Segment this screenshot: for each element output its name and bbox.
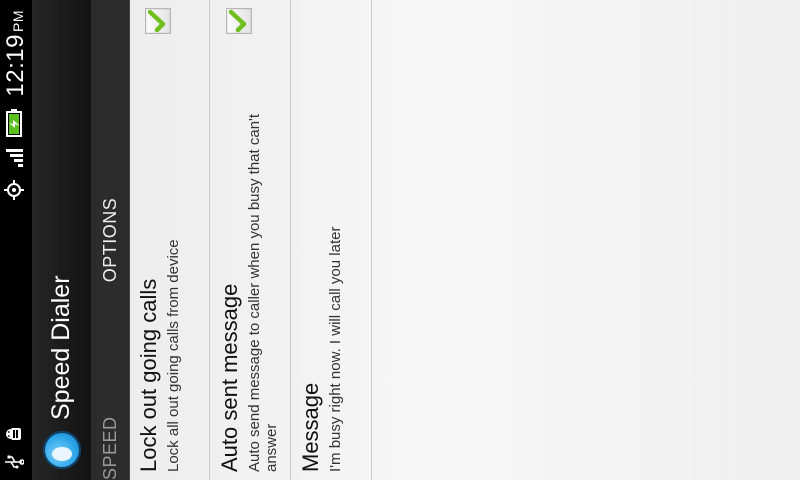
option-lock-out-going-calls[interactable]: Lock out going calls Lock all out going … xyxy=(129,0,210,480)
clock-time: 12:19 xyxy=(2,34,29,97)
app-title: Speed Dialer xyxy=(47,275,75,420)
tab-speed[interactable]: SPEED xyxy=(91,416,129,480)
clock-ampm: PM xyxy=(10,10,26,32)
option-auto-sent-message[interactable]: Auto sent message Auto send message to c… xyxy=(210,0,291,480)
android-debug-icon xyxy=(4,424,29,444)
option-title: Auto sent message xyxy=(217,283,242,472)
status-bar: 12:19PM xyxy=(0,0,32,480)
lock-out-calls-checkbox[interactable] xyxy=(145,8,171,34)
option-subtitle: Lock all out going calls from device xyxy=(165,239,182,472)
option-message[interactable]: Message I'm busy right now. I will call … xyxy=(291,0,372,480)
status-left-icons xyxy=(0,424,32,470)
status-right-icons: 12:19PM xyxy=(0,10,32,201)
check-icon xyxy=(147,9,166,33)
auto-sent-message-checkbox[interactable] xyxy=(226,8,252,34)
app-logo-icon xyxy=(43,431,81,469)
option-title: Lock out going calls xyxy=(136,278,161,472)
clock: 12:19PM xyxy=(2,10,30,97)
screen: 12:19PM Speed Dialer SPEED OPTIONS Lock … xyxy=(0,0,800,480)
portrait-view: 12:19PM Speed Dialer SPEED OPTIONS Lock … xyxy=(0,0,800,480)
action-bar: Speed Dialer xyxy=(32,0,91,480)
gps-icon xyxy=(3,179,29,201)
option-subtitle: I'm busy right now. I will call you late… xyxy=(327,226,344,472)
tab-options[interactable]: OPTIONS xyxy=(91,198,129,283)
signal-icon xyxy=(3,147,29,169)
battery-charging-icon xyxy=(4,107,28,137)
check-icon xyxy=(228,9,247,33)
tab-bar: SPEED OPTIONS xyxy=(91,0,130,480)
option-title: Message xyxy=(298,382,323,472)
usb-icon xyxy=(4,454,29,470)
option-subtitle: Auto send message to caller when you bus… xyxy=(246,113,280,472)
options-list: Lock out going calls Lock all out going … xyxy=(129,0,372,480)
